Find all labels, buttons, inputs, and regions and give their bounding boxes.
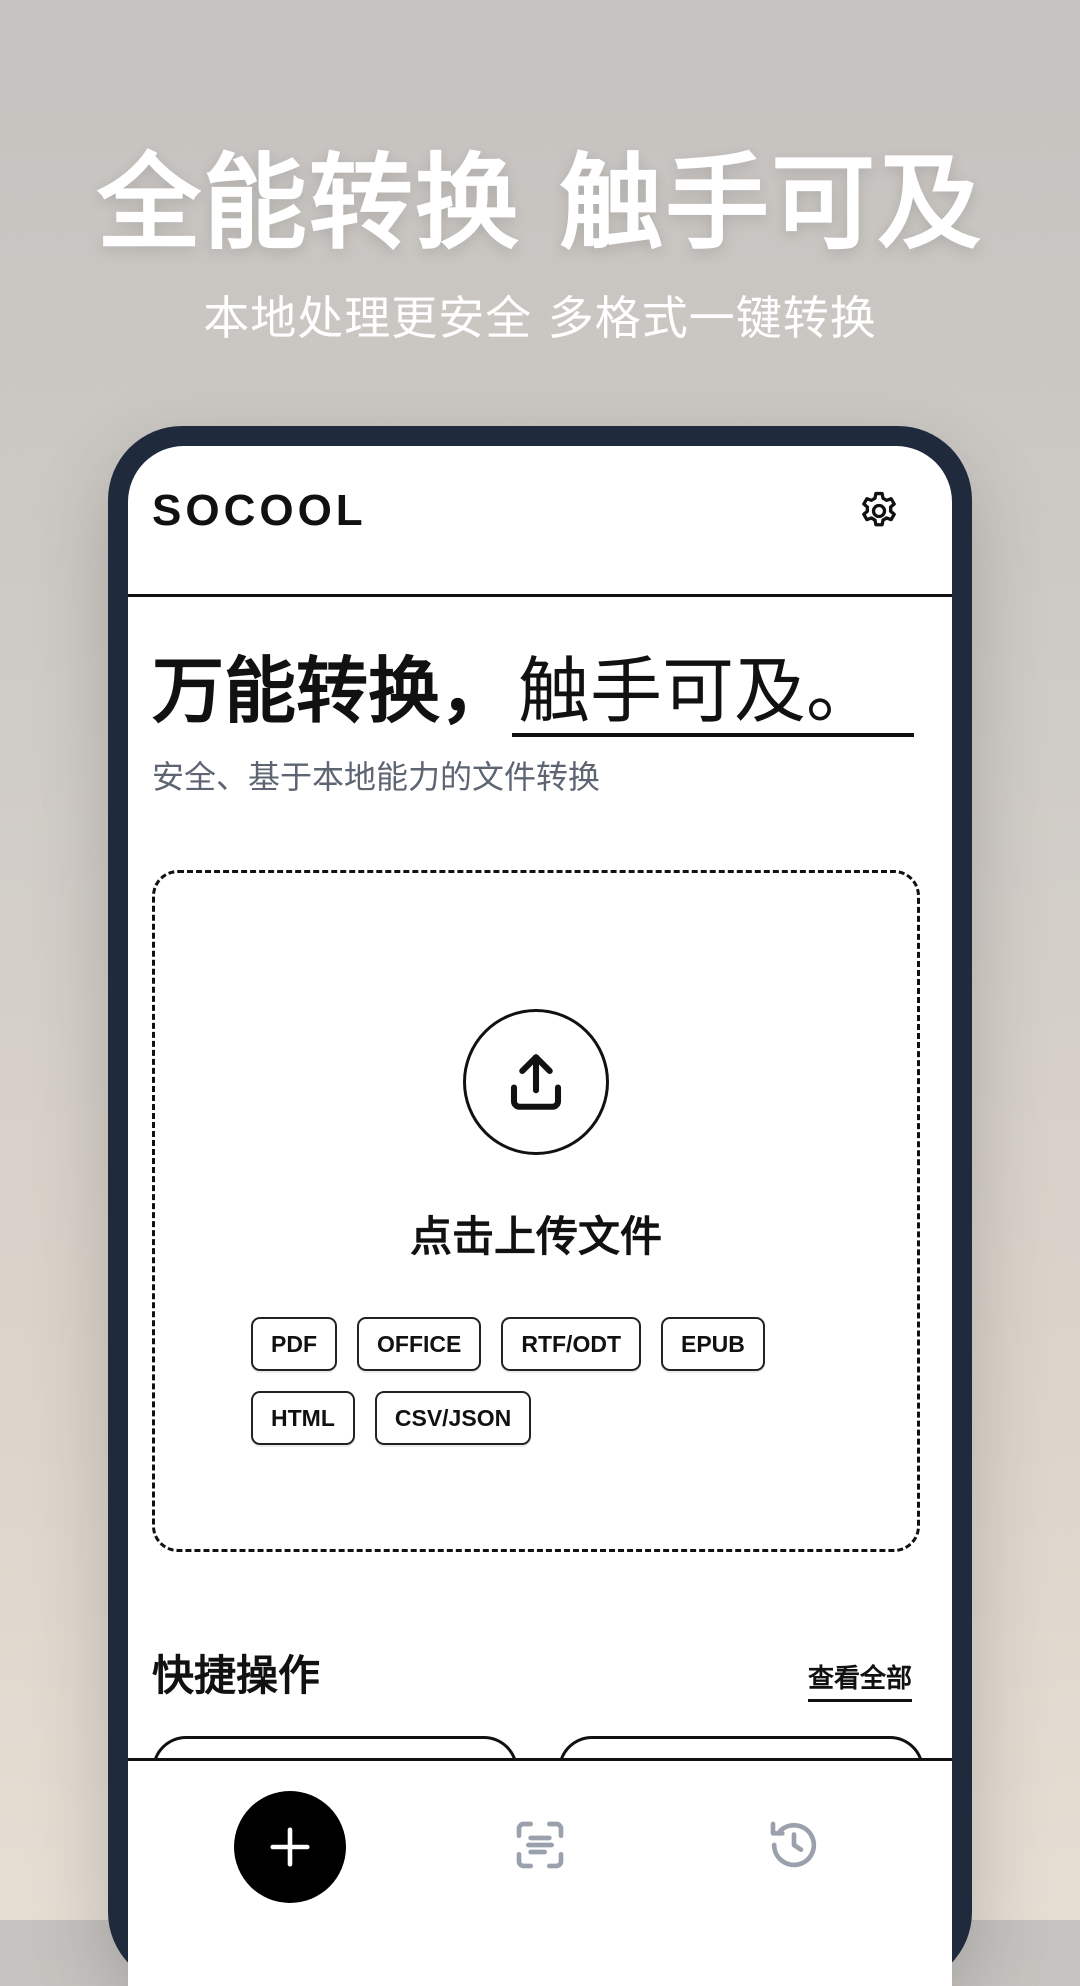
tab-scan[interactable] — [510, 1815, 570, 1875]
settings-button[interactable] — [854, 486, 904, 536]
promo-subtitle: 本地处理更安全 多格式一键转换 — [203, 291, 877, 345]
scan-icon — [516, 1821, 564, 1869]
upload-dropzone[interactable]: 点击上传文件 PDF OFFICE RTF/ODT EPUB HTML CSV/… — [152, 870, 920, 1552]
upload-label: 点击上传文件 — [409, 1212, 662, 1261]
gear-icon — [862, 491, 896, 527]
format-chip-rtf-odt: RTF/ODT — [501, 1317, 641, 1371]
app-screen: SOCOOL 万能转换，触手可及。 安全、基于本地能力的文件转换 点击上传文件 — [128, 446, 952, 1986]
brand-logo: SOCOOL — [152, 486, 367, 535]
add-button[interactable] — [234, 1791, 346, 1903]
hero-subtitle: 安全、基于本地能力的文件转换 — [152, 758, 601, 796]
upload-icon — [510, 1054, 562, 1110]
header-divider — [128, 594, 952, 597]
promo-title: 全能转换 触手可及 — [96, 142, 984, 264]
format-chips: PDF OFFICE RTF/ODT EPUB HTML CSV/JSON — [251, 1317, 811, 1445]
format-chip-pdf: PDF — [251, 1317, 337, 1371]
hero-headline: 万能转换，触手可及。 — [152, 632, 915, 737]
tab-history[interactable] — [764, 1815, 824, 1875]
format-chip-office: OFFICE — [357, 1317, 482, 1371]
upload-button[interactable] — [463, 1009, 609, 1155]
view-all-link[interactable]: 查看全部 — [808, 1658, 913, 1702]
bottom-tab-bar — [128, 1758, 952, 1986]
format-chip-html: HTML — [251, 1391, 355, 1445]
plus-icon — [270, 1827, 310, 1867]
headline-serif: 触手可及。 — [512, 650, 915, 737]
quick-actions-title: 快捷操作 — [152, 1651, 321, 1700]
headline-bold: 万能转换， — [152, 649, 513, 733]
phone-frame: SOCOOL 万能转换，触手可及。 安全、基于本地能力的文件转换 点击上传文件 — [108, 426, 972, 1986]
format-chip-epub: EPUB — [661, 1317, 765, 1371]
format-chip-csv-json: CSV/JSON — [374, 1391, 532, 1445]
history-icon — [770, 1821, 817, 1868]
